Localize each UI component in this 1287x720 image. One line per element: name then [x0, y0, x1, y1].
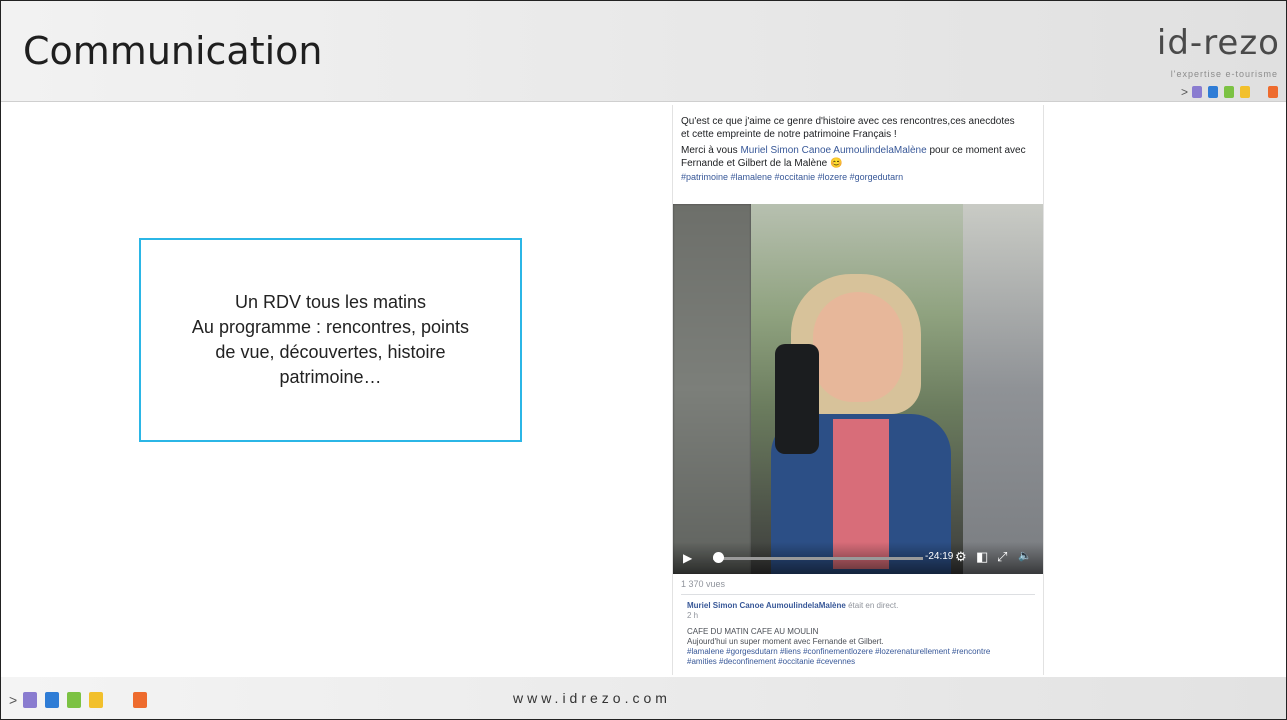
- page-mention-link[interactable]: Muriel Simon Canoe AumoulindelaMalène: [740, 145, 926, 156]
- description-hashtags-1[interactable]: #lamalene #gorgesdutarn #liens #confinem…: [687, 647, 1033, 657]
- programme-textbox: Un RDV tous les matins Au programme : re…: [139, 238, 522, 442]
- phone-in-hand: [775, 344, 819, 454]
- yellow-square-icon: [1240, 86, 1250, 98]
- settings-icon[interactable]: ⚙: [955, 549, 967, 565]
- facebook-post-screenshot: Qu'est ce que j'aime ce genre d'histoire…: [672, 105, 1044, 675]
- person-face: [813, 292, 903, 402]
- post-thanks-line: Merci à vous Muriel Simon Canoe Aumoulin…: [673, 144, 1043, 157]
- programme-line-4: patrimoine…: [279, 367, 382, 387]
- orange-square-icon: [1268, 86, 1278, 98]
- picture-in-picture-icon[interactable]: ◧: [976, 549, 988, 565]
- play-icon[interactable]: ▶: [683, 551, 692, 565]
- live-description: Muriel Simon Canoe AumoulindelaMalène ét…: [687, 601, 1033, 667]
- description-hashtags-2[interactable]: #amities #deconfinement #occitanie #ceve…: [687, 657, 1033, 667]
- programme-line-2: Au programme : rencontres, points: [191, 317, 470, 337]
- post-thanks-suffix: pour ce moment avec: [926, 145, 1026, 156]
- chevron-icon: >: [1180, 85, 1188, 99]
- progress-knob[interactable]: [713, 552, 724, 563]
- footer-bar: > www.idrezo.com: [1, 677, 1286, 719]
- video-controls: ▶ -24:19 ⚙ ◧ ⤢ 🔈: [673, 542, 1043, 574]
- description-line-2: Aujourd'hui un super moment avec Fernand…: [687, 637, 884, 646]
- blue-square-icon: [1208, 86, 1218, 98]
- divider: [681, 594, 1035, 595]
- view-count: 1 370 vues: [681, 579, 726, 589]
- blue-square-icon: [45, 692, 60, 708]
- volume-icon[interactable]: 🔈: [1018, 549, 1032, 562]
- post-hashtags[interactable]: #patrimoine #lamalene #occitanie #lozere…: [673, 170, 1043, 182]
- green-square-icon: [67, 692, 82, 708]
- logo-text: id-rezo: [1156, 23, 1280, 63]
- post-thanks-prefix: Merci à vous: [681, 145, 741, 156]
- purple-square-icon: [23, 692, 38, 708]
- video-blur-right: [963, 204, 1043, 574]
- description-line-1: CAFE DU MATIN CAFE AU MOULIN: [687, 627, 819, 636]
- fullscreen-icon[interactable]: ⤢: [997, 549, 1007, 565]
- author-link[interactable]: Muriel Simon Canoe AumoulindelaMalène: [687, 601, 846, 610]
- page-title: Communication: [23, 29, 323, 73]
- header-bar: Communication id-rezo l'expertise e-tour…: [1, 1, 1286, 102]
- video-time: -24:19: [925, 551, 954, 562]
- footer-squares: >: [9, 692, 148, 708]
- green-square-icon: [1224, 86, 1234, 98]
- id-rezo-logo: id-rezo l'expertise e-tourisme >: [1140, 23, 1280, 103]
- logo-squares: >: [1181, 85, 1278, 99]
- video-frame: [751, 204, 963, 574]
- post-text-line-1: Qu'est ce que j'aime ce genre d'histoire…: [681, 116, 1015, 127]
- programme-line-3: de vue, découvertes, histoire: [215, 342, 446, 362]
- programme-line-1: Un RDV tous les matins: [234, 292, 427, 312]
- video-player[interactable]: ▶ -24:19 ⚙ ◧ ⤢ 🔈: [673, 204, 1043, 574]
- post-text-line-2: et cette empreinte de notre patrimoine F…: [681, 129, 897, 140]
- purple-square-icon: [1192, 86, 1202, 98]
- live-status: était en direct.: [845, 601, 899, 610]
- progress-track[interactable]: [713, 557, 923, 560]
- post-age[interactable]: 2 h: [687, 611, 1033, 621]
- yellow-square-icon: [89, 692, 104, 708]
- logo-tagline: l'expertise e-tourisme: [1170, 69, 1278, 79]
- programme-text: Un RDV tous les matins Au programme : re…: [192, 290, 469, 390]
- chevron-icon: >: [9, 692, 18, 708]
- video-blur-left: [673, 204, 751, 574]
- post-text-line-4: Fernande et Gilbert de la Malène 😊: [681, 158, 843, 169]
- slide: Communication id-rezo l'expertise e-tour…: [0, 0, 1287, 720]
- website-url[interactable]: www.idrezo.com: [513, 690, 671, 706]
- orange-square-icon: [133, 692, 148, 708]
